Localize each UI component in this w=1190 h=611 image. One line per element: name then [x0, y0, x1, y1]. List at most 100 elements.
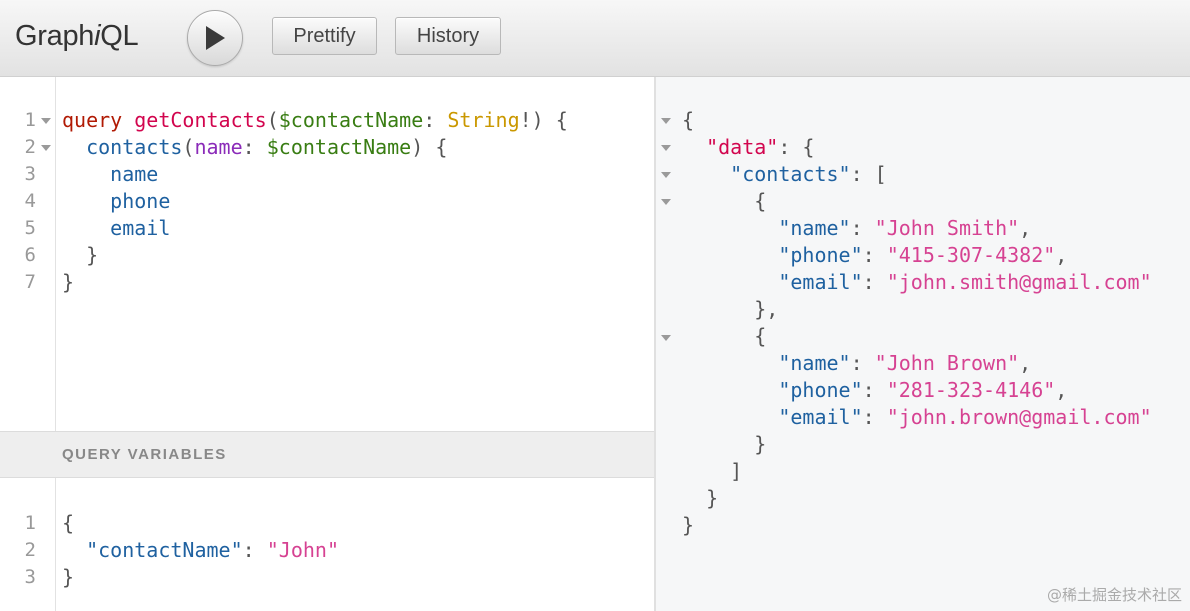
line-number: 4: [24, 190, 36, 212]
code-token: (: [182, 135, 195, 159]
code-token: :: [862, 270, 887, 294]
code-token: "281-323-4146": [886, 378, 1056, 402]
code-token: {: [62, 511, 75, 535]
code-token: }: [682, 432, 767, 456]
code-token: "email": [778, 405, 863, 429]
line-number: 2: [24, 539, 36, 561]
fold-toggle-icon[interactable]: [41, 145, 51, 151]
code-token: }: [62, 270, 75, 294]
toolbar: GraphiQL Prettify History: [0, 0, 1190, 77]
code-token: $contactName: [266, 135, 412, 159]
result-code-line: {: [682, 107, 694, 134]
code-token: "contacts": [730, 162, 851, 186]
query-code-line: }: [62, 242, 98, 269]
code-token: ,: [1019, 216, 1032, 240]
result-code-line: ]: [682, 458, 742, 485]
line-number: 1: [24, 512, 36, 534]
result-code-line: {: [682, 188, 766, 215]
code-token: "john.smith@gmail.com": [886, 270, 1152, 294]
code-token: query: [62, 108, 123, 132]
code-token: (: [266, 108, 279, 132]
code-token: "phone": [778, 243, 863, 267]
code-token: phone: [110, 189, 171, 213]
line-number: 1: [24, 109, 36, 131]
code-token: ,: [1055, 243, 1068, 267]
fold-toggle-icon[interactable]: [661, 172, 671, 178]
result-code-line: "name": "John Smith",: [682, 215, 1031, 242]
code-token: :: [850, 351, 875, 375]
variables-code-line: "contactName": "John": [62, 537, 339, 564]
code-token: ,: [1019, 351, 1032, 375]
code-token: : {: [778, 135, 815, 159]
result-code-line: }: [682, 485, 718, 512]
code-token: String: [447, 108, 520, 132]
variables-code-line: {: [62, 510, 74, 537]
code-token: :: [242, 538, 267, 562]
result-code-line: }: [682, 512, 694, 539]
line-number: 6: [24, 244, 36, 266]
code-token: {: [682, 324, 767, 348]
watermark: @稀土掘金技术社区: [1046, 586, 1182, 604]
code-token: :: [423, 108, 448, 132]
code-token: :: [242, 135, 267, 159]
code-token: },: [682, 297, 779, 321]
line-number: 3: [24, 566, 36, 588]
line-number: 2: [24, 136, 36, 158]
history-button[interactable]: History: [395, 17, 501, 55]
code-token: }: [682, 486, 719, 510]
code-token: "phone": [778, 378, 863, 402]
code-token: "name": [778, 351, 851, 375]
code-token: !) {: [519, 108, 568, 132]
line-number: 5: [24, 217, 36, 239]
code-token: "John Brown": [874, 351, 1020, 375]
line-number: 7: [24, 271, 36, 293]
code-token: email: [110, 216, 171, 240]
code-token: name: [110, 162, 159, 186]
code-token: }: [62, 243, 99, 267]
code-token: }: [682, 513, 695, 537]
code-token: "contactName": [86, 538, 243, 562]
result-code-line: "phone": "415-307-4382",: [682, 242, 1067, 269]
fold-toggle-icon[interactable]: [661, 199, 671, 205]
code-token: "data": [706, 135, 779, 159]
fold-toggle-icon[interactable]: [41, 118, 51, 124]
query-code-line: email: [62, 215, 170, 242]
fold-toggle-icon[interactable]: [661, 145, 671, 151]
graphiql-logo: GraphiQL: [15, 20, 139, 53]
query-code-line: query getContacts($contactName: String!)…: [62, 107, 568, 134]
query-code-line: name: [62, 161, 158, 188]
result-code-line: "data": {: [682, 134, 814, 161]
result-code-line: "contacts": [: [682, 161, 887, 188]
result-code-line: "phone": "281-323-4146",: [682, 377, 1067, 404]
code-token: name: [194, 135, 243, 159]
result-code-line: "email": "john.smith@gmail.com": [682, 269, 1152, 296]
result-code-line: "name": "John Brown",: [682, 350, 1031, 377]
code-token: "John": [266, 538, 339, 562]
code-token: :: [862, 378, 887, 402]
query-code-line: phone: [62, 188, 170, 215]
fold-toggle-icon[interactable]: [661, 335, 671, 341]
code-token: {: [682, 189, 767, 213]
query-code-line: }: [62, 269, 74, 296]
fold-toggle-icon[interactable]: [661, 118, 671, 124]
code-token: ,: [1055, 378, 1068, 402]
code-token: }: [62, 565, 75, 589]
brand-prefix: Graph: [15, 20, 95, 52]
execute-query-button[interactable]: [187, 10, 243, 66]
code-token: "email": [778, 270, 863, 294]
prettify-button[interactable]: Prettify: [272, 17, 377, 55]
query-variables-title: QUERY VARIABLES: [62, 446, 227, 463]
query-variables-header[interactable]: QUERY VARIABLES: [0, 431, 654, 478]
